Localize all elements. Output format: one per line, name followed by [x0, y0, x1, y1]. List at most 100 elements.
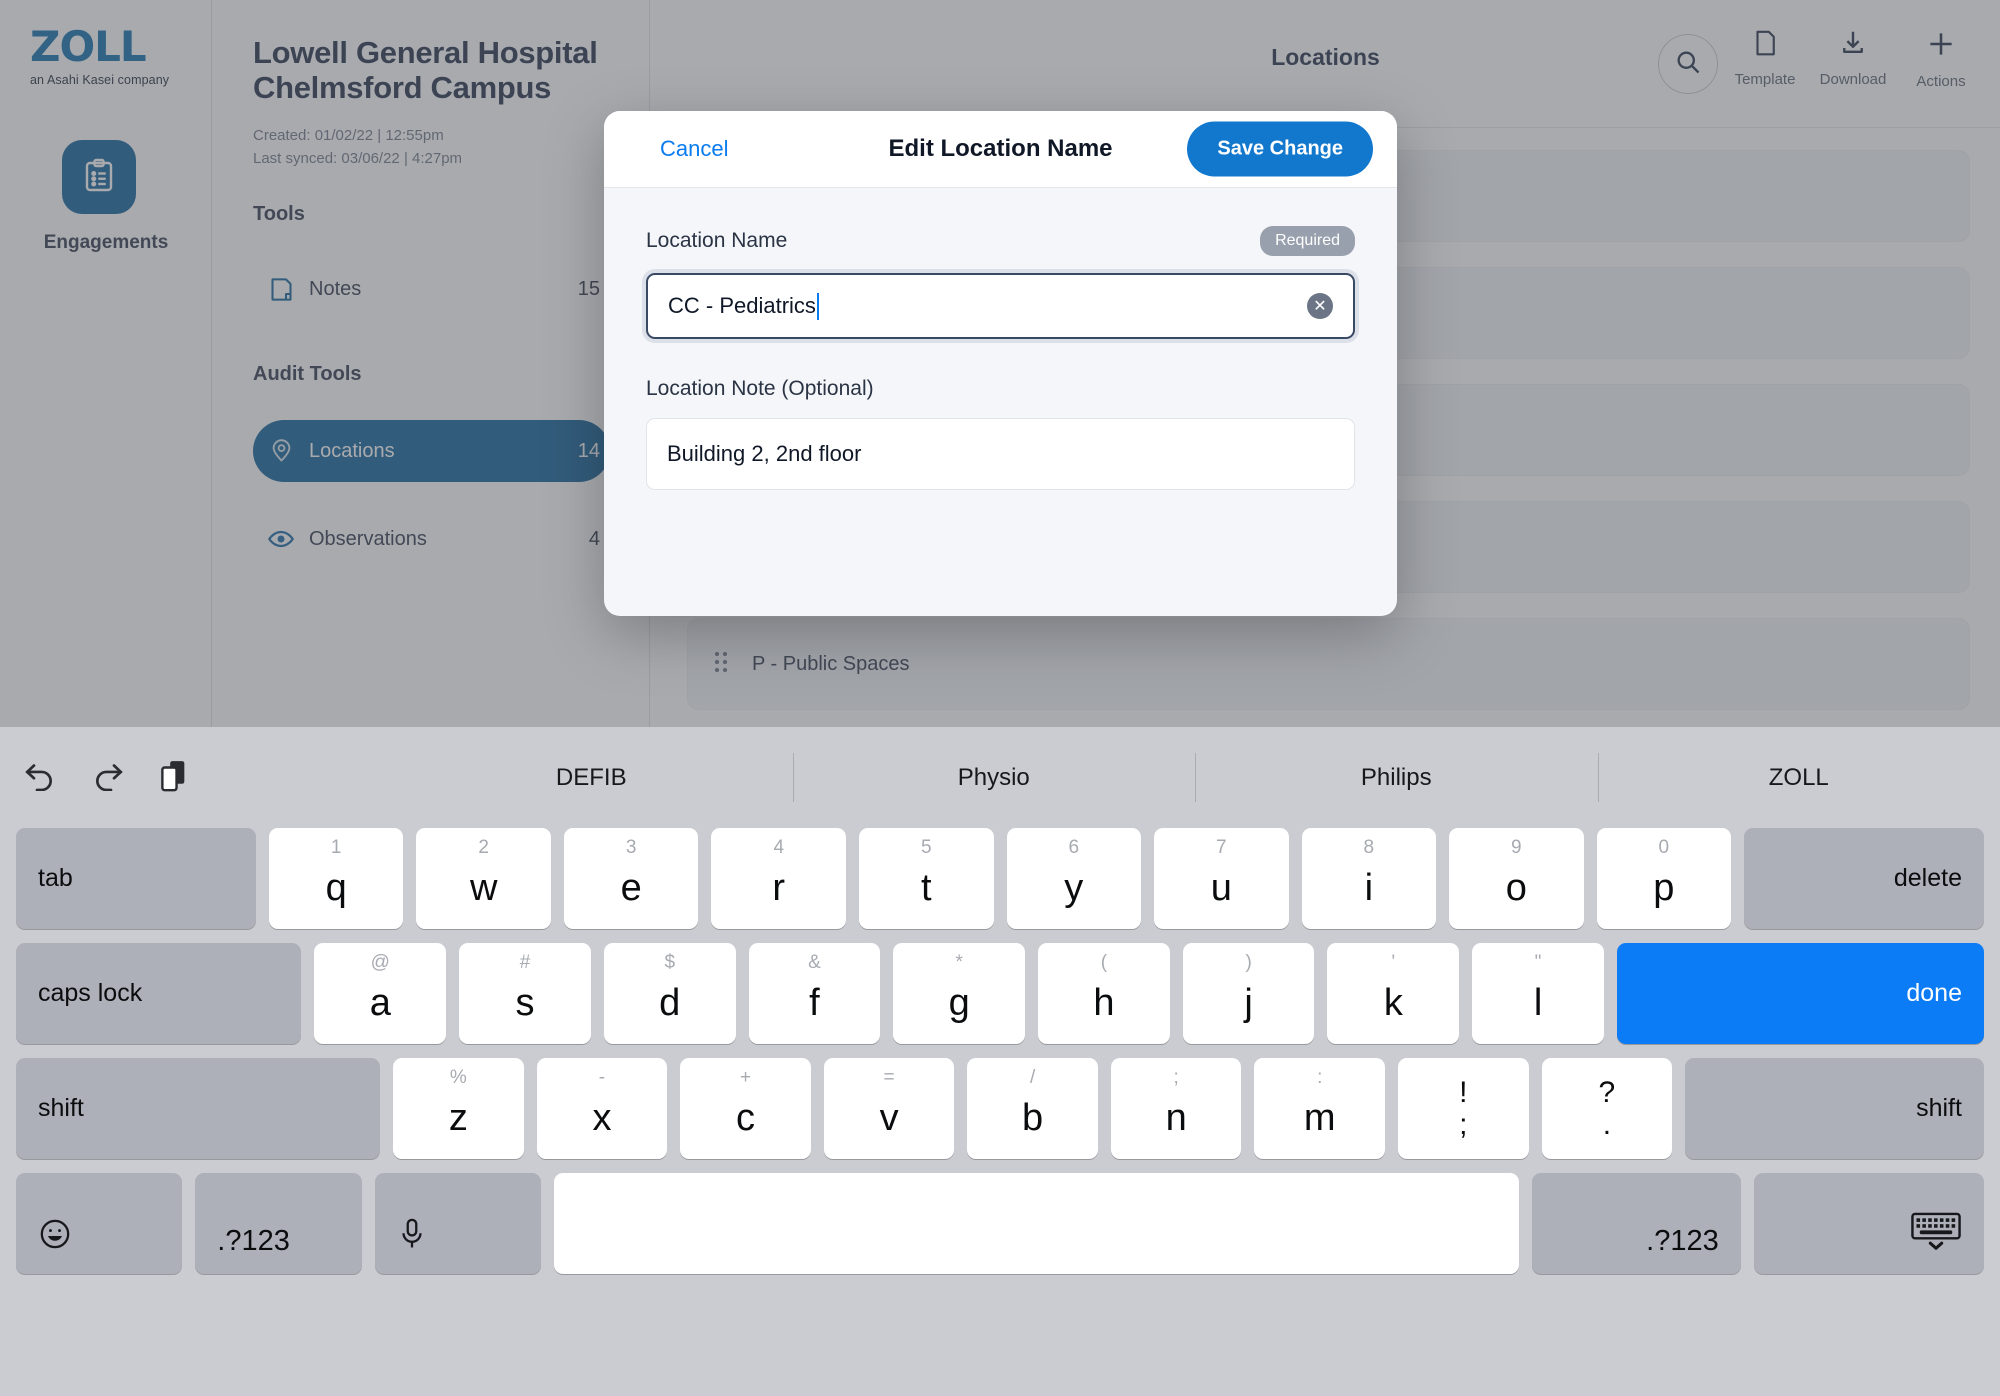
- key-caps-lock[interactable]: caps lock: [16, 943, 302, 1044]
- key-x[interactable]: -x: [536, 1058, 668, 1159]
- key-m[interactable]: :m: [1254, 1058, 1386, 1159]
- list-item-public-spaces[interactable]: P - Public Spaces: [687, 618, 1970, 710]
- key-j[interactable]: ) j: [1182, 943, 1315, 1044]
- save-change-button[interactable]: Save Change: [1187, 121, 1373, 177]
- key-b[interactable]: / b: [967, 1058, 1098, 1159]
- suggestion-item[interactable]: ZOLL: [1597, 727, 2000, 828]
- key-g[interactable]: * g: [893, 943, 1026, 1044]
- key-label: d: [659, 982, 681, 1024]
- key-hide-keyboard[interactable]: [1753, 1173, 1984, 1274]
- location-note-input[interactable]: Building 2, 2nd floor: [646, 418, 1355, 490]
- key-space[interactable]: [553, 1173, 1520, 1274]
- key-alt-label: ": [1534, 952, 1542, 973]
- created-timestamp: Created: 01/02/22 | 12:55pm: [253, 127, 444, 144]
- tool-row-locations[interactable]: Locations 14: [253, 420, 610, 482]
- engagement-title: Lowell General Hospital Chelmsford Campu…: [253, 35, 598, 105]
- key-exclamation-semicolon[interactable]: !;: [1398, 1058, 1529, 1159]
- microphone-icon: [397, 1217, 427, 1258]
- clear-text-icon[interactable]: ✕: [1307, 293, 1333, 319]
- document-icon: [1750, 28, 1780, 63]
- key-shift-right[interactable]: shift: [1685, 1058, 1984, 1159]
- location-note-label: Location Note (Optional): [646, 377, 874, 400]
- key-z[interactable]: % z: [393, 1058, 524, 1159]
- engagement-meta: Created: 01/02/22 | 12:55pm Last synced:…: [253, 124, 633, 171]
- key-w[interactable]: 2w: [416, 828, 551, 929]
- keyboard-row-1: tab 1q 2w 3e 4r 5t 6y 7u 8i 9o 0p delete: [16, 828, 1984, 929]
- key-emoji[interactable]: [16, 1173, 183, 1274]
- key-numeric-left[interactable]: .?123: [195, 1173, 362, 1274]
- paste-icon[interactable]: [158, 759, 188, 798]
- download-icon: [1838, 28, 1868, 63]
- download-button[interactable]: Download: [1812, 28, 1894, 90]
- key-n[interactable]: ; n: [1110, 1058, 1242, 1159]
- key-l[interactable]: " l: [1472, 943, 1604, 1044]
- key-v[interactable]: = v: [823, 1058, 955, 1159]
- key-label: r: [772, 867, 786, 909]
- key-i[interactable]: 8i: [1301, 828, 1437, 929]
- suggestion-item[interactable]: Philips: [1195, 727, 1598, 828]
- actions-label: Actions: [1916, 73, 1966, 90]
- onscreen-keyboard: DEFIB Physio Philips ZOLL tab 1q 2w 3e 4…: [0, 727, 2000, 1396]
- template-label: Template: [1734, 71, 1796, 88]
- key-k[interactable]: ' k: [1327, 943, 1460, 1044]
- key-p[interactable]: 0p: [1596, 828, 1732, 929]
- key-label: l: [1533, 982, 1543, 1024]
- key-f[interactable]: & f: [748, 943, 881, 1044]
- key-done[interactable]: done: [1616, 943, 1984, 1044]
- key-delete[interactable]: delete: [1744, 828, 1984, 929]
- tool-row-notes[interactable]: Notes 15: [253, 258, 610, 320]
- key-alt-label: #: [519, 952, 531, 973]
- tool-row-observations[interactable]: Observations 4: [253, 508, 610, 570]
- key-q[interactable]: 1q: [268, 828, 404, 929]
- key-d[interactable]: $ d: [603, 943, 736, 1044]
- clipboard-checklist-icon: [81, 157, 117, 198]
- key-y[interactable]: 6y: [1006, 828, 1142, 929]
- key-label: p: [1653, 867, 1675, 909]
- key-label: w: [469, 867, 498, 909]
- key-c[interactable]: + c: [680, 1058, 811, 1159]
- key-alt-label: ': [1391, 952, 1396, 973]
- location-name-value: CC - Pediatrics: [668, 293, 816, 318]
- sidebar-item-engagements[interactable]: [62, 140, 136, 214]
- dialog-body: Location Name Required CC - Pediatrics ✕…: [604, 188, 1397, 490]
- key-alt-label: 1: [330, 837, 342, 858]
- template-button[interactable]: Template: [1724, 28, 1806, 90]
- key-tab[interactable]: tab: [16, 828, 256, 929]
- location-name-input[interactable]: CC - Pediatrics ✕: [646, 273, 1355, 339]
- key-a[interactable]: @ a: [314, 943, 447, 1044]
- suggestion-item[interactable]: DEFIB: [390, 727, 793, 828]
- download-label: Download: [1819, 71, 1887, 88]
- key-label: i: [1364, 867, 1374, 909]
- key-h[interactable]: (h: [1038, 943, 1170, 1044]
- key-label: o: [1505, 867, 1527, 909]
- key-shift-left[interactable]: shift: [16, 1058, 381, 1159]
- redo-icon[interactable]: [90, 761, 126, 796]
- location-name: P - Public Spaces: [752, 652, 910, 675]
- key-question-period[interactable]: ?.: [1541, 1058, 1673, 1159]
- drag-handle-icon[interactable]: [712, 650, 730, 679]
- keyboard-row-4: .?123 .?123: [16, 1173, 1984, 1274]
- key-label: j: [1244, 982, 1253, 1024]
- key-e[interactable]: 3e: [563, 828, 699, 929]
- search-button[interactable]: [1658, 34, 1718, 94]
- key-alt-label: 5: [920, 837, 932, 858]
- key-dictation[interactable]: [374, 1173, 541, 1274]
- key-o[interactable]: 9o: [1449, 828, 1584, 929]
- actions-button[interactable]: Actions: [1900, 28, 1982, 90]
- hide-keyboard-icon: [1910, 1211, 1962, 1258]
- key-r[interactable]: 4r: [711, 828, 846, 929]
- zoll-logo: ZOLL an Asahi Kasei company: [30, 26, 180, 88]
- app-root: ZOLL an Asahi Kasei company Engagements …: [0, 0, 2000, 1396]
- emoji-icon: [38, 1217, 72, 1258]
- undo-icon[interactable]: [22, 761, 58, 796]
- key-s[interactable]: # s: [459, 943, 591, 1044]
- key-lower-label: .: [1602, 1107, 1612, 1141]
- suggestion-item[interactable]: Physio: [792, 727, 1196, 828]
- key-alt-label: 8: [1363, 837, 1375, 858]
- key-t[interactable]: 5t: [858, 828, 994, 929]
- key-numeric-right[interactable]: .?123: [1532, 1173, 1741, 1274]
- key-alt-label: %: [449, 1067, 467, 1088]
- key-u[interactable]: 7u: [1154, 828, 1289, 929]
- key-alt-label: @: [370, 952, 390, 973]
- key-label: v: [879, 1097, 899, 1139]
